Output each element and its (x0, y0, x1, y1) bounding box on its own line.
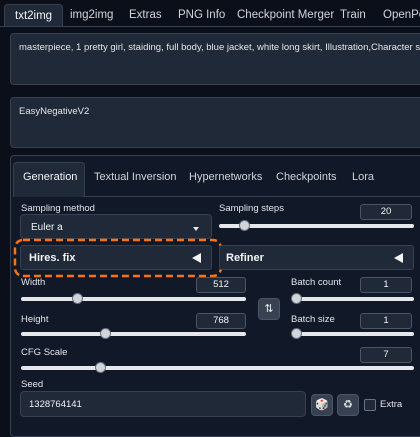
cfg-scale-label: CFG Scale (21, 347, 68, 358)
random-seed-button[interactable]: 🎲 (311, 394, 333, 416)
refiner-label: Refiner (226, 252, 264, 264)
collapse-triangle-icon (394, 253, 403, 263)
cfg-scale-input[interactable]: 7 (360, 347, 412, 363)
batch-size-thumb[interactable] (291, 328, 302, 339)
batch-size-label: Batch size (291, 314, 335, 325)
batch-size-input[interactable]: 1 (360, 313, 412, 329)
extra-checkbox[interactable] (364, 399, 376, 411)
swap-dimensions-button[interactable]: ⇅ (258, 298, 280, 320)
batch-count-label: Batch count (291, 277, 342, 288)
width-input[interactable]: 512 (196, 277, 246, 293)
refiner-accordion[interactable]: Refiner (219, 245, 414, 270)
highlight-outline (13, 238, 223, 278)
height-slider[interactable] (21, 328, 246, 339)
highlight-rect (13, 238, 223, 278)
recycle-icon: ♻ (343, 399, 353, 411)
cfg-scale-slider[interactable] (21, 362, 414, 373)
width-slider[interactable] (21, 293, 246, 304)
batch-count-slider[interactable] (291, 293, 414, 304)
reuse-seed-button[interactable]: ♻ (337, 394, 359, 416)
width-label: Width (21, 277, 46, 288)
height-label: Height (21, 314, 49, 325)
height-input[interactable]: 768 (196, 313, 246, 329)
cfg-scale-thumb[interactable] (94, 362, 106, 373)
extra-label: Extra (380, 399, 403, 410)
swap-arrows-icon: ⇅ (264, 303, 274, 315)
batch-count-input[interactable]: 1 (360, 277, 412, 293)
batch-count-thumb[interactable] (291, 293, 302, 304)
seed-label: Seed (21, 379, 44, 390)
batch-size-slider[interactable] (291, 328, 414, 339)
dice-icon: 🎲 (315, 399, 329, 411)
seed-input[interactable]: 1328764141 (20, 391, 306, 417)
seed-value: 1328764141 (29, 399, 82, 410)
